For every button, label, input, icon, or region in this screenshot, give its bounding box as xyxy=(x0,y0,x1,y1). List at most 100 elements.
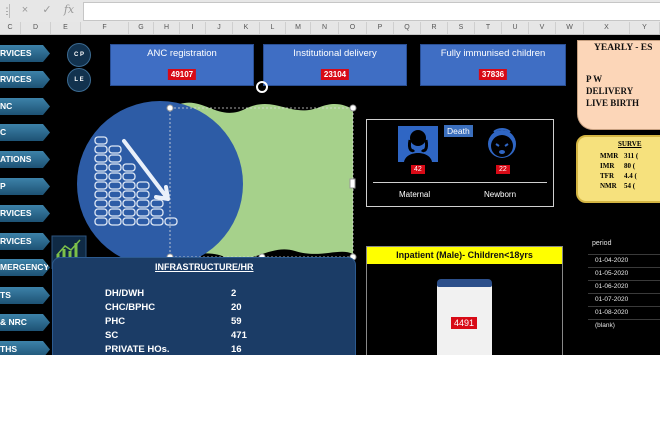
infra-value: 16 xyxy=(231,344,242,355)
nav-button[interactable]: RVICES xyxy=(0,45,50,62)
newborn-label: Newborn xyxy=(484,190,517,199)
infrastructure-title: INFRASTRUCTURE/HR xyxy=(155,262,254,272)
blank-area xyxy=(0,355,660,440)
formula-input[interactable] xyxy=(83,2,660,21)
survey-row: NMR 54 ( xyxy=(600,182,636,190)
column-header[interactable]: U xyxy=(502,22,529,34)
nav-button[interactable]: RVICES xyxy=(0,71,50,88)
kpi-value: 37836 xyxy=(478,69,508,80)
column-header[interactable]: O xyxy=(339,22,367,34)
more-icon[interactable]: ⋮ xyxy=(0,4,14,18)
yearly-line: LIVE BIRTH xyxy=(586,98,639,108)
survey-row: IMR 80 ( xyxy=(600,162,636,170)
infra-label: PRIVATE HOs. xyxy=(105,344,170,355)
formula-bar: ⋮ × ✓ fx xyxy=(0,0,660,23)
column-header[interactable]: I xyxy=(180,22,206,34)
column-header[interactable]: P xyxy=(367,22,394,34)
infra-label: PHC xyxy=(105,316,126,327)
column-header[interactable]: M xyxy=(286,22,311,34)
column-header[interactable]: N xyxy=(311,22,339,34)
column-header[interactable]: W xyxy=(556,22,584,34)
survey-row: MMR 311 ( xyxy=(600,152,639,160)
nav-button[interactable]: RVICES xyxy=(0,205,50,222)
nav-button[interactable]: RVICES xyxy=(0,233,50,250)
infra-label: DH/DWH xyxy=(105,288,145,299)
nav-button[interactable]: MERGENCY xyxy=(0,259,50,276)
nav-button[interactable]: THS xyxy=(0,341,50,355)
survey-title: SURVE xyxy=(618,140,642,148)
inpatient-panel: Inpatient (Male)- Children<18yrs 4491 xyxy=(366,246,563,355)
column-header[interactable]: J xyxy=(206,22,233,34)
crying-baby-icon xyxy=(488,128,516,158)
decline-graphic[interactable] xyxy=(50,79,370,269)
enter-icon[interactable]: ✓ xyxy=(40,3,54,17)
yearly-line: DELIVERY xyxy=(586,86,634,96)
infra-value: 59 xyxy=(231,316,242,327)
column-header[interactable]: Q xyxy=(394,22,421,34)
dashboard-sheet[interactable]: RVICES RVICES NC C ATIONS P RVICES RVICE… xyxy=(0,35,660,355)
infra-value: 471 xyxy=(231,330,247,341)
resize-handle xyxy=(349,178,356,189)
pivot-row[interactable]: (blank) xyxy=(588,319,660,330)
column-header[interactable]: G xyxy=(129,22,154,34)
pivot-row[interactable]: 01-06-2020 xyxy=(588,280,660,291)
infra-label: SC xyxy=(105,330,119,341)
maternal-label: Maternal xyxy=(399,190,431,199)
nav-button[interactable]: & NRC xyxy=(0,314,50,331)
kpi-title: ANC registration xyxy=(147,48,217,59)
nav-button[interactable]: TS xyxy=(0,287,50,304)
inpatient-value: 4491 xyxy=(451,317,478,329)
column-header[interactable]: L xyxy=(260,22,286,34)
mother-icon xyxy=(398,126,438,162)
rotate-handle-icon xyxy=(256,81,268,93)
column-header[interactable]: X xyxy=(584,22,630,34)
circle-button[interactable]: C P xyxy=(67,43,91,67)
nav-button[interactable]: P xyxy=(0,178,50,195)
column-header[interactable]: V xyxy=(529,22,556,34)
kpi-title: Fully immunised children xyxy=(440,48,546,59)
column-header[interactable]: S xyxy=(448,22,475,34)
resize-handle xyxy=(349,104,357,112)
survey-box: SURVE MMR 311 ( IMR 80 ( TFR 4.4 ( NMR 54 ( xyxy=(576,135,660,203)
column-header[interactable]: H xyxy=(154,22,180,34)
column-header[interactable]: R xyxy=(421,22,448,34)
nav-button[interactable]: ATIONS xyxy=(0,151,50,168)
yearly-estimate-box: YEARLY - ES P W DELIVERY LIVE BIRTH xyxy=(577,40,660,130)
column-header[interactable]: T xyxy=(475,22,502,34)
cancel-icon[interactable]: × xyxy=(18,3,32,17)
yearly-line: P W xyxy=(586,74,603,84)
inpatient-title: Inpatient (Male)- Children<18yrs xyxy=(367,247,562,264)
kpi-card-immunised: Fully immunised children 37836 xyxy=(420,44,566,86)
column-header[interactable]: K xyxy=(233,22,260,34)
infra-label: CHC/BPHC xyxy=(105,302,156,313)
column-header[interactable]: F xyxy=(81,22,129,34)
survey-row: TFR 4.4 ( xyxy=(600,172,637,180)
pivot-row[interactable]: 01-08-2020 xyxy=(588,306,660,317)
divider xyxy=(9,4,10,18)
column-header[interactable]: E xyxy=(51,22,81,34)
yearly-title: YEARLY - ES xyxy=(594,43,653,53)
pivot-row[interactable]: 01-04-2020 xyxy=(588,254,660,265)
insert-function-icon[interactable]: fx xyxy=(62,3,76,17)
death-title: Death xyxy=(444,125,473,137)
infrastructure-panel: INFRASTRUCTURE/HR DH/DWH 2 CHC/BPHC 20 P… xyxy=(52,257,356,355)
column-header[interactable]: D xyxy=(21,22,51,34)
death-panel: Death 42 22 Maternal Newborn xyxy=(366,119,554,207)
divider xyxy=(373,182,547,183)
bottle-cap xyxy=(437,279,492,287)
circle-shape xyxy=(77,101,243,267)
maternal-death-value: 42 xyxy=(411,165,425,174)
infra-value: 2 xyxy=(231,288,237,299)
newborn-death-value: 22 xyxy=(496,165,510,174)
pivot-row[interactable]: 01-07-2020 xyxy=(588,293,660,304)
column-headers: C D E F G H I J K L M N O P Q R S T U V … xyxy=(0,22,660,35)
infra-value: 20 xyxy=(231,302,242,313)
resize-handle xyxy=(166,104,174,112)
nav-button[interactable]: C xyxy=(0,124,50,141)
kpi-title: Institutional delivery xyxy=(293,48,377,59)
column-header[interactable]: Y xyxy=(630,22,660,34)
pivot-row[interactable]: 01-05-2020 xyxy=(588,267,660,278)
column-header[interactable]: C xyxy=(0,22,21,34)
pivot-header: period xyxy=(592,240,612,247)
nav-button[interactable]: NC xyxy=(0,98,50,115)
